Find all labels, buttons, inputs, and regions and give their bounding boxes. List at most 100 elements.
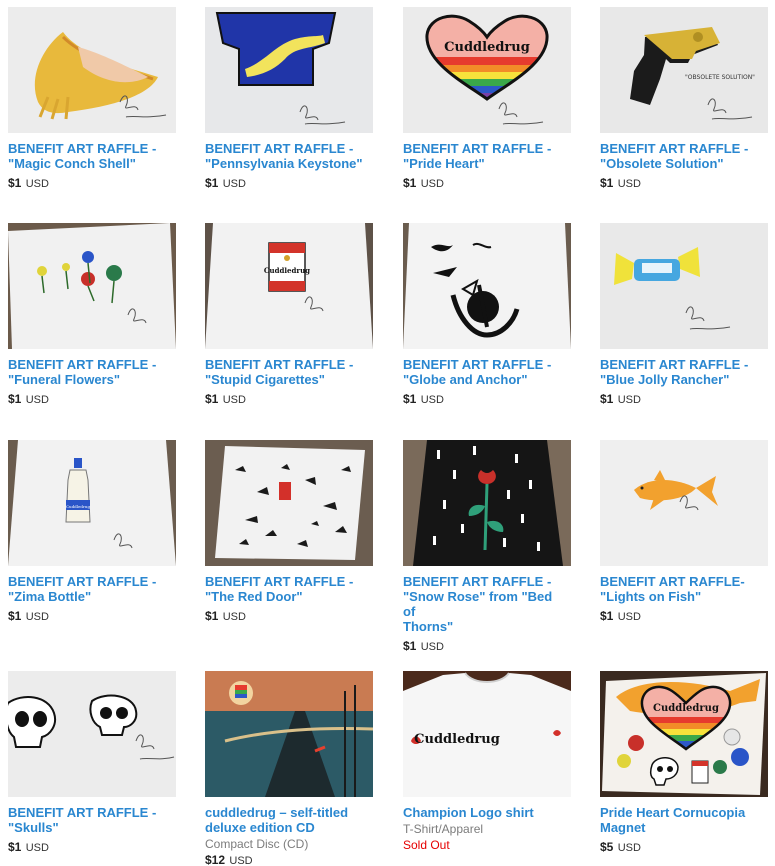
price-currency: USD — [25, 394, 49, 406]
product-image-zima-bottle[interactable]: Cuddledrug — [8, 440, 176, 566]
title-line: "Obsolete Solution" — [600, 156, 724, 171]
product-price: $1 USD — [600, 609, 768, 625]
product-image-the-red-door[interactable] — [205, 440, 373, 566]
price-amount: $1 — [8, 609, 22, 623]
title-line: Pride Heart Cornucopia — [600, 805, 746, 820]
title-line: Thorns" — [403, 619, 454, 634]
artwork-image — [600, 440, 768, 566]
product-image-globe-and-anchor[interactable] — [403, 223, 571, 349]
product-image-skulls[interactable] — [8, 671, 176, 797]
product-card: "OBSOLETE SOLUTION" BENEFIT ART RAFFLE -… — [600, 7, 768, 192]
product-title[interactable]: BENEFIT ART RAFFLE - "Globe and Anchor" — [403, 357, 567, 387]
product-title[interactable]: BENEFIT ART RAFFLE - "The Red Door" — [205, 574, 369, 604]
product-image-pennsylvania-keystone[interactable] — [205, 7, 373, 133]
price-amount: $1 — [600, 609, 614, 623]
title-line: "Blue Jolly Rancher" — [600, 372, 730, 387]
product-image-magic-conch-shell[interactable] — [8, 7, 176, 133]
product-image-lights-on-fish[interactable] — [600, 440, 768, 566]
product-title[interactable]: BENEFIT ART RAFFLE - "Pride Heart" — [403, 141, 567, 171]
product-image-blue-jolly-rancher[interactable] — [600, 223, 768, 349]
title-line: "Magic Conch Shell" — [8, 156, 136, 171]
product-image-stupid-cigarettes[interactable]: Cuddledrug — [205, 223, 373, 349]
artwork-image: Cuddledrug — [600, 671, 768, 797]
product-card: BENEFIT ART RAFFLE- "Lights on Fish" $1 … — [600, 440, 768, 625]
product-price: $1 USD — [600, 392, 768, 408]
artwork-image — [403, 440, 571, 566]
title-line: Magnet — [600, 820, 646, 835]
product-image-pride-heart[interactable]: Cuddledrug — [403, 7, 571, 133]
artwork-image — [8, 7, 176, 133]
artwork-image — [205, 7, 373, 133]
product-title[interactable]: cuddledrug – self-titled deluxe edition … — [205, 805, 369, 835]
product-image-pride-heart-cornucopia-magnet[interactable]: Cuddledrug — [600, 671, 768, 797]
title-line: "Globe and Anchor" — [403, 372, 528, 387]
product-title[interactable]: BENEFIT ART RAFFLE - "Skulls" — [8, 805, 172, 835]
product-card: Cuddledrug Pride Heart Cornucopia Magnet… — [600, 671, 768, 856]
artwork-image: "OBSOLETE SOLUTION" — [600, 7, 768, 133]
product-format: Compact Disc (CD) — [205, 837, 309, 851]
price-amount: $1 — [8, 176, 22, 190]
product-title[interactable]: BENEFIT ART RAFFLE - "Funeral Flowers" — [8, 357, 172, 387]
price-currency: USD — [420, 641, 444, 653]
product-title[interactable]: BENEFIT ART RAFFLE- "Lights on Fish" — [600, 574, 764, 604]
price-amount: $1 — [8, 392, 22, 406]
price-amount: $1 — [600, 392, 614, 406]
price-currency: USD — [25, 178, 49, 190]
price-currency: USD — [617, 178, 641, 190]
product-title[interactable]: BENEFIT ART RAFFLE - "Zima Bottle" — [8, 574, 172, 604]
product-price: $1 USD — [8, 392, 176, 408]
title-line: BENEFIT ART RAFFLE - — [600, 141, 749, 156]
product-price: $1 USD — [8, 609, 176, 625]
product-title[interactable]: BENEFIT ART RAFFLE - "Magic Conch Shell" — [8, 141, 172, 171]
price-currency: USD — [617, 394, 641, 406]
product-title[interactable]: Pride Heart Cornucopia Magnet — [600, 805, 764, 835]
product-card: BENEFIT ART RAFFLE - "Snow Rose" from "B… — [403, 440, 571, 655]
svg-text:"OBSOLETE SOLUTION": "OBSOLETE SOLUTION" — [685, 74, 755, 81]
title-line: "Stupid Cigarettes" — [205, 372, 325, 387]
product-price: $1 USD — [205, 392, 373, 408]
product-card: BENEFIT ART RAFFLE - "Funeral Flowers" $… — [8, 223, 176, 408]
product-image-funeral-flowers[interactable] — [8, 223, 176, 349]
product-image-champion-logo-shirt[interactable]: Cuddledrug — [403, 671, 571, 797]
price-currency: USD — [420, 178, 444, 190]
product-title[interactable]: BENEFIT ART RAFFLE - "Blue Jolly Rancher… — [600, 357, 764, 387]
price-amount: $1 — [403, 639, 417, 653]
title-line: BENEFIT ART RAFFLE - — [205, 357, 354, 372]
title-line: BENEFIT ART RAFFLE - — [8, 574, 157, 589]
artwork-image: Cuddledrug — [403, 7, 571, 133]
price-currency: USD — [222, 611, 246, 623]
svg-text:Cuddledrug: Cuddledrug — [414, 732, 500, 747]
title-line: BENEFIT ART RAFFLE- — [600, 574, 745, 589]
product-image-obsolete-solution[interactable]: "OBSOLETE SOLUTION" — [600, 7, 768, 133]
svg-text:Cuddledrug: Cuddledrug — [653, 703, 719, 714]
product-card: Cuddledrug BENEFIT ART RAFFLE - "Zima Bo… — [8, 440, 176, 625]
price-amount: $1 — [205, 176, 219, 190]
title-line: "Lights on Fish" — [600, 589, 702, 604]
product-title[interactable]: Champion Logo shirt — [403, 805, 567, 820]
price-amount: $12 — [205, 853, 226, 866]
price-currency: USD — [617, 611, 641, 623]
product-price: $1 USD — [205, 609, 373, 625]
artwork-image: Cuddledrug — [403, 671, 571, 797]
product-image-snow-rose[interactable] — [403, 440, 571, 566]
product-title[interactable]: BENEFIT ART RAFFLE - "Pennsylvania Keyst… — [205, 141, 369, 171]
price-currency: USD — [25, 611, 49, 623]
sold-out-label: Sold Out — [403, 838, 450, 852]
product-title[interactable]: BENEFIT ART RAFFLE - "Stupid Cigarettes" — [205, 357, 369, 387]
title-line: BENEFIT ART RAFFLE - — [205, 574, 354, 589]
product-price: $1 USD — [403, 176, 571, 192]
price-currency: USD — [222, 178, 246, 190]
price-amount: $1 — [403, 176, 417, 190]
product-title[interactable]: BENEFIT ART RAFFLE - "Snow Rose" from "B… — [403, 574, 567, 634]
product-card: Cuddledrug BENEFIT ART RAFFLE - "Stupid … — [205, 223, 373, 408]
price-amount: $1 — [8, 840, 22, 854]
product-price: $12 USD — [205, 853, 373, 866]
product-card: BENEFIT ART RAFFLE - "Globe and Anchor" … — [403, 223, 571, 408]
product-image-cd[interactable] — [205, 671, 373, 797]
product-price: $1 USD — [403, 392, 571, 408]
svg-text:Cuddledrug: Cuddledrug — [444, 40, 530, 55]
product-card: BENEFIT ART RAFFLE - "Skulls" $1 USD — [8, 671, 176, 856]
product-card: BENEFIT ART RAFFLE - "The Red Door" $1 U… — [205, 440, 373, 625]
title-line: "Snow Rose" from "Bed of — [403, 589, 553, 619]
product-title[interactable]: BENEFIT ART RAFFLE - "Obsolete Solution" — [600, 141, 764, 171]
